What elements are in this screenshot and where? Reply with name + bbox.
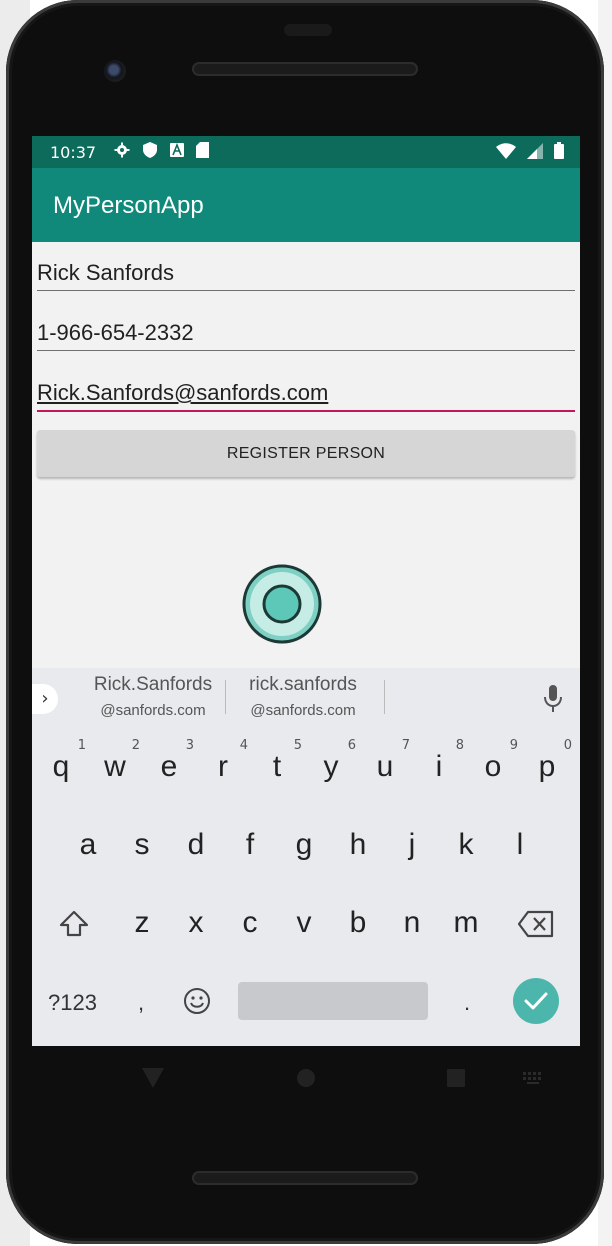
suggestion-divider [225, 680, 226, 714]
suggestion-2[interactable]: rick.sanfords @sanfords.com [232, 674, 374, 719]
email-field[interactable]: Rick.Sanfords@sanfords.com [37, 370, 575, 412]
top-speaker [192, 62, 418, 76]
email-field-value: Rick.Sanfords@sanfords.com [37, 380, 329, 405]
key-q[interactable]: 1q [34, 728, 88, 798]
backspace-icon[interactable] [518, 910, 554, 938]
key-t[interactable]: 5t [250, 728, 304, 798]
key-n[interactable]: n [385, 884, 439, 954]
key-i[interactable]: 8i [412, 728, 466, 798]
phone-screen: 10:37 MyPersonApp Rick Sanfords 1-966-65… [32, 136, 580, 1046]
key-w[interactable]: 2w [88, 728, 142, 798]
space-bar[interactable] [238, 982, 428, 1020]
suggestion-divider [384, 680, 385, 714]
suggestion-strip: › Rick.Sanfords @sanfords.com rick.sanfo… [32, 668, 580, 728]
proximity-sensor [284, 24, 332, 36]
settings-icon [114, 142, 130, 158]
font-icon [169, 142, 184, 157]
key-z[interactable]: z [115, 884, 169, 954]
key-k[interactable]: k [439, 806, 493, 876]
key-c[interactable]: c [223, 884, 277, 954]
name-field[interactable]: Rick Sanfords [37, 250, 575, 291]
key-b[interactable]: b [331, 884, 385, 954]
navigation-bar [32, 1046, 580, 1110]
status-time: 10:37 [50, 143, 97, 162]
suggestion-1[interactable]: Rick.Sanfords @sanfords.com [84, 674, 222, 719]
signal-icon [527, 143, 544, 159]
phone-field[interactable]: 1-966-654-2332 [37, 310, 575, 351]
emoji-icon[interactable] [183, 987, 211, 1015]
symbols-key[interactable]: ?123 [48, 990, 97, 1016]
front-camera [104, 60, 126, 82]
key-p[interactable]: 0p [520, 728, 574, 798]
text-cursor-handle[interactable] [240, 562, 324, 646]
back-icon[interactable] [142, 1068, 164, 1088]
app-title: MyPersonApp [53, 192, 204, 219]
key-e[interactable]: 3e [142, 728, 196, 798]
status-bar: 10:37 [32, 136, 580, 168]
phone-field-value: 1-966-654-2332 [37, 320, 194, 345]
key-s[interactable]: s [115, 806, 169, 876]
recents-icon[interactable] [446, 1068, 466, 1088]
key-d[interactable]: d [169, 806, 223, 876]
mic-icon[interactable] [542, 684, 564, 714]
app-bar: MyPersonApp [32, 168, 580, 242]
key-o[interactable]: 9o [466, 728, 520, 798]
key-g[interactable]: g [277, 806, 331, 876]
comma-key[interactable]: , [138, 990, 144, 1016]
key-h[interactable]: h [331, 806, 385, 876]
key-x[interactable]: x [169, 884, 223, 954]
key-f[interactable]: f [223, 806, 277, 876]
key-v[interactable]: v [277, 884, 331, 954]
key-a[interactable]: a [61, 806, 115, 876]
battery-icon [554, 142, 564, 159]
key-u[interactable]: 7u [358, 728, 412, 798]
key-l[interactable]: l [493, 806, 547, 876]
enter-key[interactable] [513, 978, 559, 1024]
register-person-button[interactable]: REGISTER PERSON [37, 430, 575, 477]
bottom-speaker [192, 1171, 418, 1185]
home-icon[interactable] [296, 1068, 316, 1088]
chevron-right-icon[interactable]: › [32, 684, 58, 714]
period-key[interactable]: . [464, 990, 470, 1016]
key-m[interactable]: m [439, 884, 493, 954]
key-j[interactable]: j [385, 806, 439, 876]
shield-icon [142, 142, 157, 158]
wifi-icon [496, 143, 517, 159]
keyboard-switch-icon[interactable] [522, 1071, 544, 1085]
keyboard: 1q 2w 3e 4r 5t 6y 7u 8i 9o 0p a s d f g … [32, 728, 580, 1046]
shift-icon[interactable] [58, 908, 90, 940]
sd-card-icon [196, 142, 210, 158]
name-field-value: Rick Sanfords [37, 260, 174, 285]
check-icon [524, 992, 548, 1010]
key-r[interactable]: 4r [196, 728, 250, 798]
key-y[interactable]: 6y [304, 728, 358, 798]
